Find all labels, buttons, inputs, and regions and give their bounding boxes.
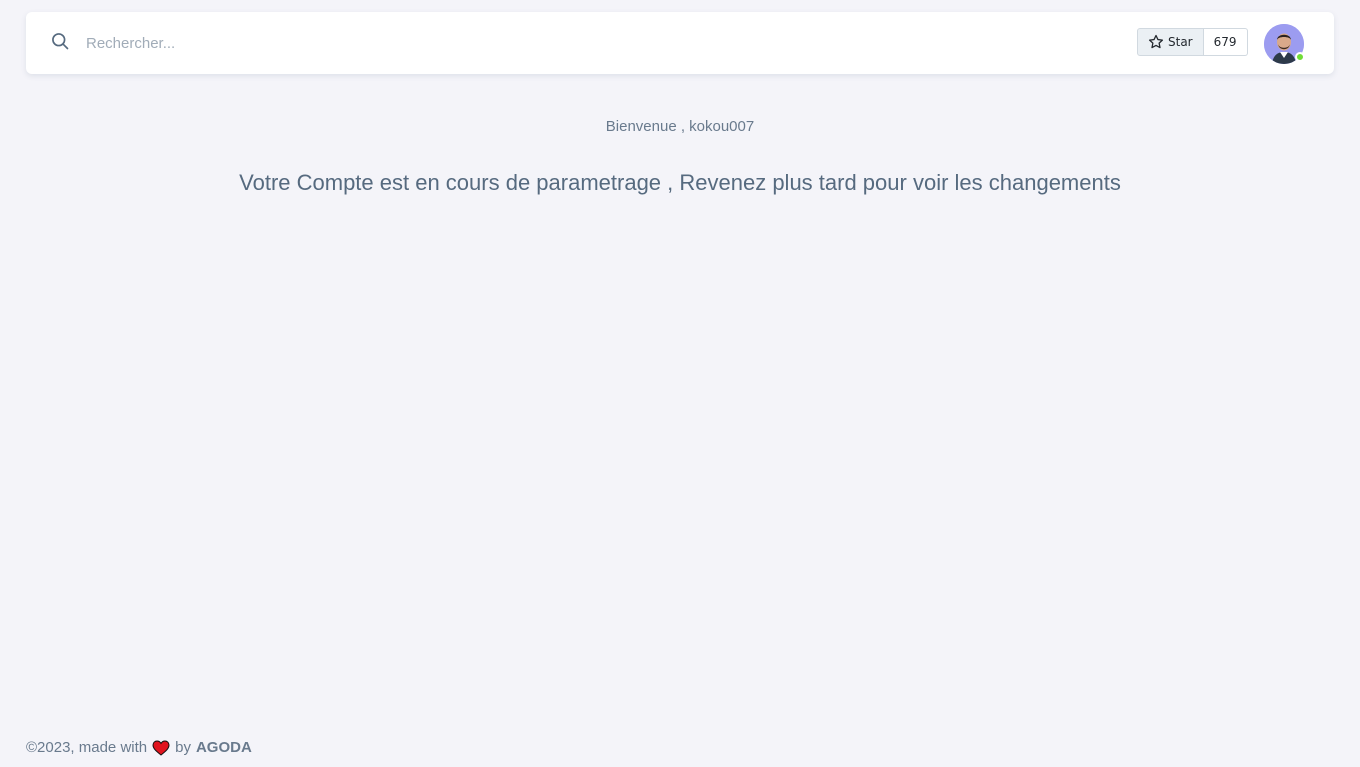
user-avatar[interactable] — [1264, 24, 1305, 64]
search-input[interactable] — [86, 32, 486, 54]
star-icon — [1148, 34, 1164, 49]
footer-by: by — [175, 739, 191, 756]
footer-brand-link[interactable]: AGODA — [196, 739, 252, 756]
star-count[interactable]: 679 — [1203, 28, 1248, 56]
footer-copyright: ©2023, made with — [26, 739, 148, 756]
online-status-dot — [1295, 52, 1305, 62]
star-label: Star — [1168, 35, 1193, 49]
welcome-text: Bienvenue , kokou007 — [605, 118, 755, 135]
heart-icon — [152, 739, 170, 756]
footer: ©2023, made with by AGODA — [26, 739, 252, 756]
github-star-widget: Star 679 — [1137, 28, 1248, 56]
search-icon[interactable] — [50, 31, 70, 51]
account-setup-message: Votre Compte est en cours de parametrage… — [239, 170, 1121, 195]
star-button[interactable]: Star — [1137, 28, 1204, 56]
